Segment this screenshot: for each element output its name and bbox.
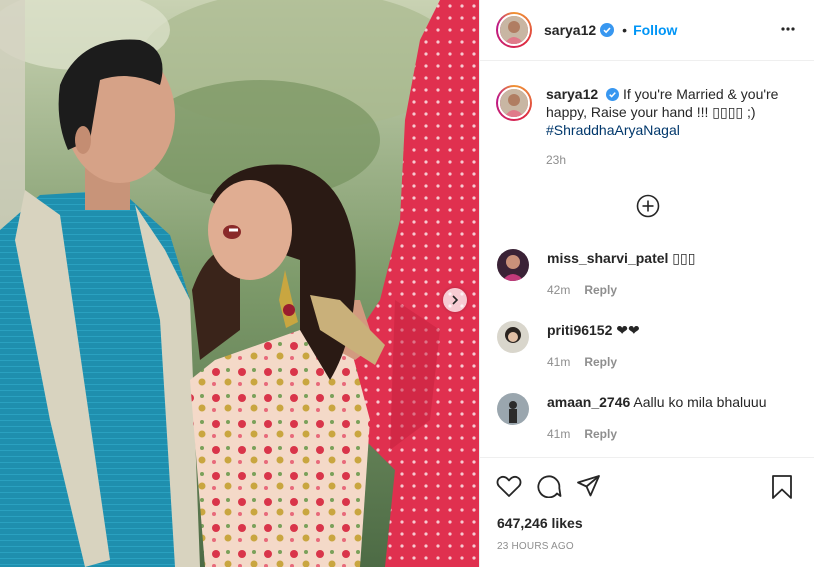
comment-item: priti96152 ❤❤ 41m Reply: [497, 321, 640, 371]
chevron-right-icon: [452, 295, 459, 305]
caption-username[interactable]: sarya12: [546, 86, 598, 102]
share-icon[interactable]: [576, 474, 602, 498]
post-header: sarya12 • Follow: [480, 0, 814, 61]
caption-timestamp: 23h: [546, 153, 567, 167]
commenter-avatar[interactable]: [497, 321, 529, 353]
caption-avatar-image: [500, 89, 528, 117]
comment-text: ❤❤: [616, 322, 640, 338]
caption-body: sarya12 If you're Married & you're happy…: [546, 85, 796, 169]
caption-hashtag-link[interactable]: #ShraddhaAryaNagal: [546, 121, 796, 139]
comment-username[interactable]: miss_sharvi_patel: [547, 250, 668, 266]
comment-body: miss_sharvi_patel ▯▯▯ 42m Reply: [547, 249, 695, 299]
comment-item: miss_sharvi_patel ▯▯▯ 42m Reply: [497, 249, 695, 299]
separator-dot: •: [622, 22, 628, 38]
commenter-avatar-image: [497, 321, 529, 353]
heart-icon[interactable]: [496, 474, 522, 498]
load-more-comments-icon[interactable]: [636, 194, 660, 218]
comment-icon[interactable]: [536, 474, 562, 498]
reply-button[interactable]: Reply: [584, 355, 617, 369]
comment-text: Aallu ko mila bhaluuu: [633, 394, 767, 410]
post-timestamp[interactable]: 23 HOURS AGO: [497, 541, 574, 552]
comment-body: priti96152 ❤❤ 41m Reply: [547, 321, 640, 371]
carousel-next-button[interactable]: [443, 288, 467, 312]
bookmark-icon[interactable]: [770, 474, 794, 500]
comment-text: ▯▯▯: [672, 250, 696, 266]
post-caption: sarya12 If you're Married & you're happy…: [480, 61, 814, 169]
comment-time: 41m: [547, 355, 571, 369]
more-options-icon[interactable]: [780, 19, 796, 39]
author-avatar[interactable]: [496, 12, 532, 48]
commenter-avatar-image: [497, 249, 529, 281]
verified-badge-icon: [600, 23, 615, 37]
follow-button[interactable]: Follow: [633, 22, 677, 38]
post-photo-illustration: [0, 0, 479, 567]
commenter-avatar[interactable]: [497, 393, 529, 425]
instagram-post: sarya12 • Follow sarya12 If you're Marri…: [0, 0, 814, 567]
comment-username[interactable]: amaan_2746: [547, 394, 630, 410]
post-side-panel: sarya12 • Follow sarya12 If you're Marri…: [479, 0, 814, 567]
comment-time: 41m: [547, 427, 571, 441]
caption-author-avatar[interactable]: [496, 85, 532, 121]
verified-badge-icon: [606, 88, 620, 101]
reply-button[interactable]: Reply: [584, 427, 617, 441]
comment-item: amaan_2746 Aallu ko mila bhaluuu 41m Repl…: [497, 393, 767, 443]
comment-time: 42m: [547, 283, 571, 297]
likes-count[interactable]: 647,246 likes: [497, 515, 583, 531]
comment-body: amaan_2746 Aallu ko mila bhaluuu 41m Repl…: [547, 393, 767, 443]
comment-username[interactable]: priti96152: [547, 322, 612, 338]
author-avatar-image: [500, 16, 528, 44]
commenter-avatar-image: [497, 393, 529, 425]
post-actions-section: 647,246 likes 23 HOURS AGO: [480, 457, 814, 568]
post-photo[interactable]: [0, 0, 479, 567]
author-username[interactable]: sarya12: [544, 22, 596, 38]
commenter-avatar[interactable]: [497, 249, 529, 281]
reply-button[interactable]: Reply: [584, 283, 617, 297]
